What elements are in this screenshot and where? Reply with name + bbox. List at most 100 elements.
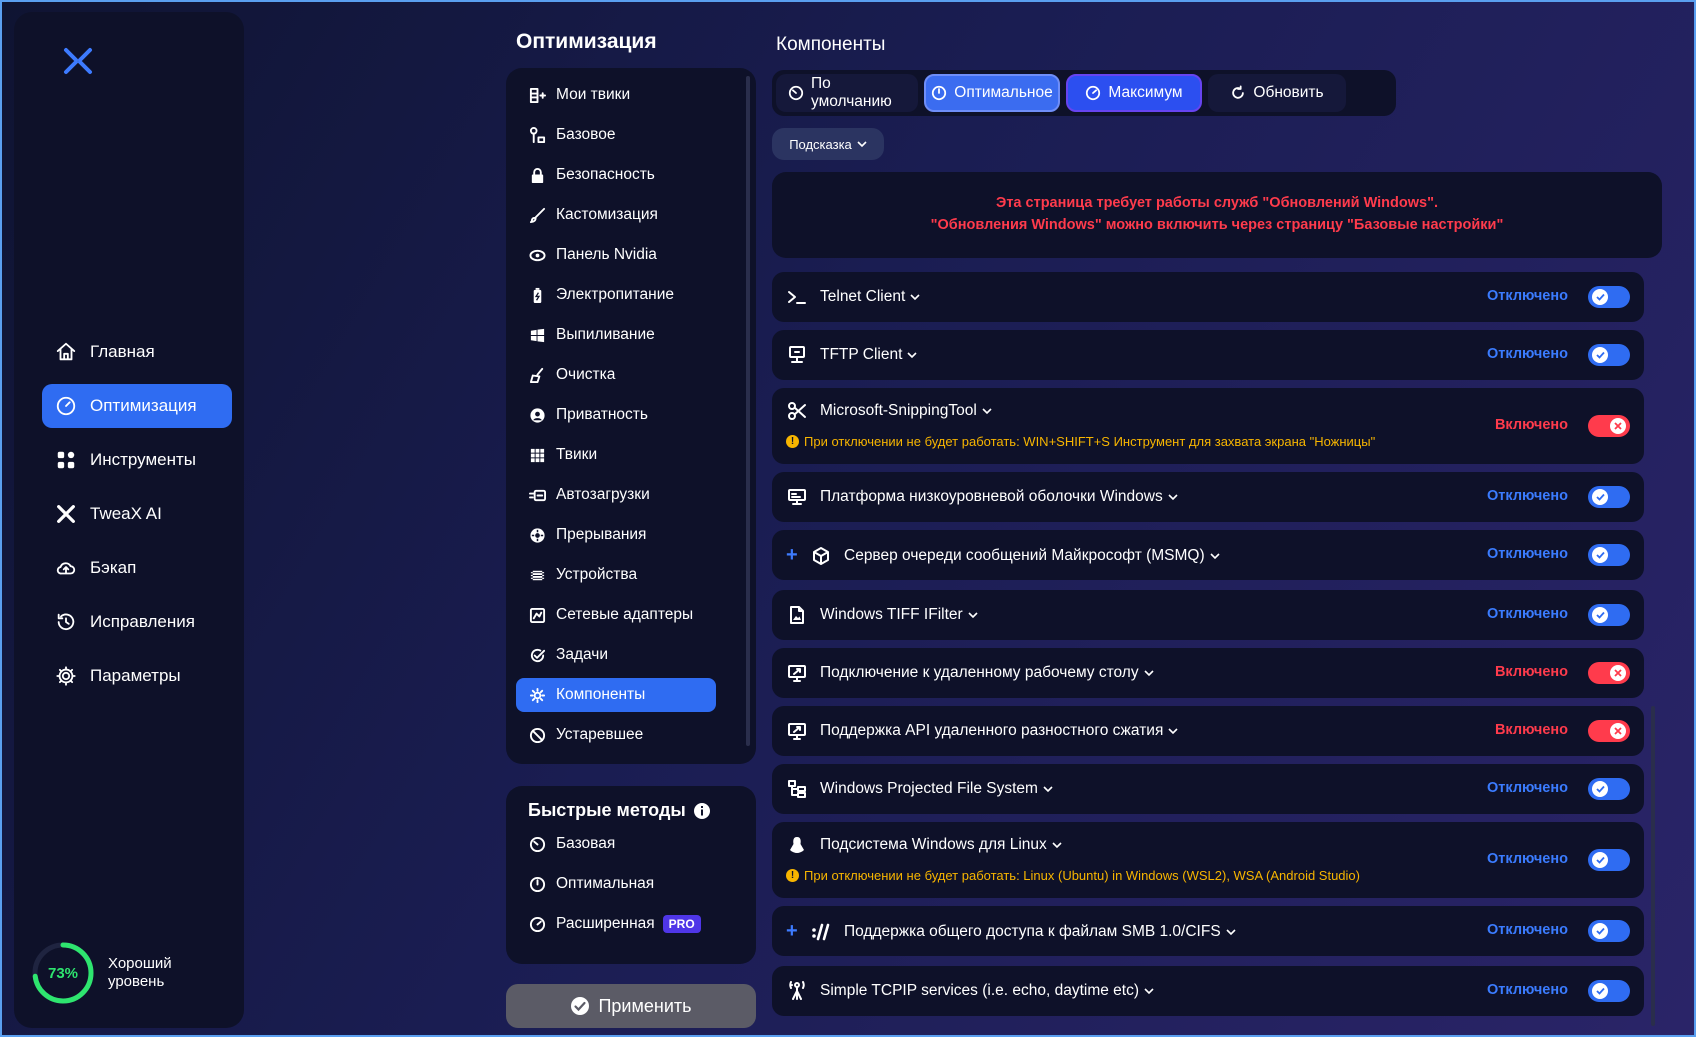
submenu-item-4[interactable]: Панель Nvidia (516, 238, 716, 272)
expand-plus-icon[interactable]: + (786, 544, 800, 567)
submenu-item-label: Сетевые адаптеры (556, 606, 694, 623)
preset-button-2[interactable]: Максимум (1066, 74, 1202, 112)
tweax-logo-icon[interactable] (62, 46, 94, 76)
nav-item-5[interactable]: Исправления (42, 600, 232, 644)
component-header[interactable]: + Сервер очереди сообщений Майкрософт (M… (786, 544, 1220, 567)
component-toggle[interactable] (1588, 604, 1630, 626)
check-circle-icon (571, 997, 590, 1015)
submenu-item-16[interactable]: Устаревшее (516, 718, 716, 752)
submenu-item-7[interactable]: Очистка (516, 358, 716, 392)
component-toggle[interactable] (1588, 286, 1630, 308)
component-row: Платформа низкоуровневой оболочки Window… (772, 472, 1644, 522)
quick-method-0[interactable]: Базовая (516, 827, 716, 861)
component-header[interactable]: Подключение к удаленному рабочему столу (786, 662, 1154, 684)
tweaks-grid-icon (528, 446, 546, 464)
gauge-high-icon (528, 915, 546, 933)
scissors-icon (786, 400, 808, 422)
component-status: Отключено (1487, 780, 1568, 796)
submenu-scrollbar[interactable] (746, 76, 750, 746)
chevron-down-icon (1210, 552, 1220, 559)
component-toggle[interactable] (1588, 486, 1630, 508)
main-nav: Главная Оптимизация Инструменты TweaX AI… (42, 330, 232, 708)
component-status: Отключено (1487, 488, 1568, 504)
submenu-item-0[interactable]: Мои твики (516, 78, 716, 112)
nav-item-label: TweaX AI (90, 504, 162, 523)
submenu-item-15[interactable]: Компоненты (516, 678, 716, 712)
component-toggle[interactable] (1588, 920, 1630, 942)
component-toggle[interactable] (1588, 778, 1630, 800)
submenu-item-5[interactable]: Электропитание (516, 278, 716, 312)
component-row: TFTP Client Отключено (772, 330, 1644, 380)
submenu-item-label: Электропитание (556, 286, 675, 303)
component-toggle[interactable] (1588, 720, 1630, 742)
quick-method-2[interactable]: Расширенная PRO (516, 907, 716, 941)
component-name: Windows TIFF IFilter (820, 606, 963, 623)
refresh-icon (1230, 85, 1253, 101)
component-header[interactable]: TFTP Client (786, 344, 917, 366)
submenu-item-2[interactable]: Безопасность (516, 158, 716, 192)
component-toggle[interactable] (1588, 662, 1630, 684)
component-header[interactable]: Telnet Client (786, 286, 920, 308)
expand-plus-icon[interactable]: + (786, 920, 800, 943)
chevron-down-icon (857, 141, 867, 148)
component-header[interactable]: Поддержка API удаленного разностного сжа… (786, 720, 1178, 742)
nav-item-1[interactable]: Оптимизация (42, 384, 232, 428)
preset-button-3[interactable]: Обновить (1208, 74, 1346, 112)
submenu-item-8[interactable]: Приватность (516, 398, 716, 432)
submenu-item-9[interactable]: Твики (516, 438, 716, 472)
submenu-item-1[interactable]: Базовое (516, 118, 716, 152)
component-warning: ! При отключении не будет работать: WIN+… (786, 434, 1375, 449)
nav-item-2[interactable]: Инструменты (42, 438, 232, 482)
linux-icon (786, 834, 808, 856)
component-header[interactable]: + Поддержка общего доступа к файлам SMB … (786, 920, 1236, 943)
antenna-icon (786, 980, 808, 1002)
component-toggle[interactable] (1588, 849, 1630, 871)
cloud-icon (54, 556, 78, 580)
preset-button-1[interactable]: Оптимальное (924, 74, 1060, 112)
info-icon[interactable] (693, 802, 711, 820)
submenu-item-3[interactable]: Кастомизация (516, 198, 716, 232)
component-toggle[interactable] (1588, 544, 1630, 566)
toggle-knob-check-icon (1592, 852, 1608, 868)
component-toggle[interactable] (1588, 415, 1630, 437)
submenu-item-label: Безопасность (556, 166, 655, 183)
component-toggle[interactable] (1588, 980, 1630, 1002)
chevron-down-icon (1043, 786, 1053, 793)
submenu-item-label: Устаревшее (556, 726, 644, 743)
chevron-down-icon (907, 352, 917, 359)
component-header[interactable]: Simple TCPIP services (i.e. echo, daytim… (786, 980, 1154, 1002)
quick-method-label: Базовая (556, 835, 616, 852)
quick-method-label: Расширенная (556, 915, 655, 932)
hint-dropdown[interactable]: Подсказка (772, 128, 884, 160)
nav-item-label: Параметры (90, 666, 181, 685)
pro-badge: PRO (662, 915, 701, 933)
score-value: 73% (47, 964, 79, 982)
submenu-item-11[interactable]: Прерывания (516, 518, 716, 552)
component-header[interactable]: Платформа низкоуровневой оболочки Window… (786, 486, 1178, 508)
preset-button-0[interactable]: По умолчанию (776, 74, 918, 112)
nav-item-0[interactable]: Главная (42, 330, 232, 374)
chevron-down-icon (1168, 494, 1178, 501)
submenu-item-12[interactable]: Устройства (516, 558, 716, 592)
component-header[interactable]: Подсистема Windows для Linux (786, 834, 1062, 856)
component-header[interactable]: Windows Projected File System (786, 778, 1053, 800)
quick-method-1[interactable]: Оптимальная (516, 867, 716, 901)
component-header[interactable]: Microsoft-SnippingTool (786, 400, 992, 422)
submenu-item-6[interactable]: Выпиливание (516, 318, 716, 352)
submenu-item-label: Выпиливание (556, 326, 655, 343)
chevron-down-icon (1144, 988, 1154, 995)
submenu-item-13[interactable]: Сетевые адаптеры (516, 598, 716, 632)
gauge-high-icon (1085, 85, 1108, 101)
submenu-item-10[interactable]: Автозагрузки (516, 478, 716, 512)
nav-item-4[interactable]: Бэкап (42, 546, 232, 590)
submenu-item-14[interactable]: Задачи (516, 638, 716, 672)
components-scrollbar[interactable] (1651, 706, 1655, 1026)
nav-item-label: Инструменты (90, 450, 197, 469)
apply-button[interactable]: Применить (506, 984, 756, 1028)
component-header[interactable]: Windows TIFF IFilter (786, 604, 978, 626)
nav-item-3[interactable]: TweaX AI (42, 492, 232, 536)
file-tree-icon (786, 778, 808, 800)
nav-item-6[interactable]: Параметры (42, 654, 232, 698)
component-toggle[interactable] (1588, 344, 1630, 366)
component-row: Подсистема Windows для Linux ! При отклю… (772, 822, 1644, 898)
